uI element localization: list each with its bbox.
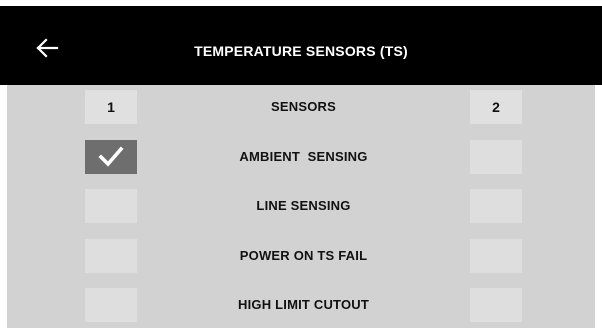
setting-row-power-on-ts-fail: POWER ON TS FAIL — [7, 239, 595, 273]
setting-row-high-limit-cutout: HIGH LIMIT CUTOUT — [7, 288, 595, 322]
setting-row-ambient-sensing: AMBIENT SENSING — [7, 140, 595, 174]
high-limit-cutout-sensor-2-checkbox[interactable] — [470, 288, 522, 322]
sensor-settings-panel: 1 SENSORS 2 AMBIENT SENSING LINE SENSING… — [7, 85, 595, 328]
temperature-sensors-screen: TEMPERATURE SENSORS (TS) 1 SENSORS 2 AMB… — [0, 0, 602, 328]
ambient-sensing-sensor-1-checkbox[interactable] — [85, 140, 137, 174]
sensor-2-column-header: 2 — [470, 90, 522, 124]
sensors-column-header: SENSORS — [271, 99, 336, 114]
power-on-ts-fail-sensor-2-checkbox[interactable] — [470, 239, 522, 273]
setting-row-line-sensing: LINE SENSING — [7, 189, 595, 223]
setting-label: HIGH LIMIT CUTOUT — [238, 297, 369, 312]
power-on-ts-fail-sensor-1-checkbox[interactable] — [85, 239, 137, 273]
line-sensing-sensor-2-checkbox[interactable] — [470, 189, 522, 223]
ambient-sensing-sensor-2-checkbox[interactable] — [470, 140, 522, 174]
high-limit-cutout-sensor-1-checkbox[interactable] — [85, 288, 137, 322]
column-header-row: 1 SENSORS 2 — [7, 90, 595, 124]
header-bar: TEMPERATURE SENSORS (TS) — [0, 6, 602, 85]
checkmark-icon — [98, 146, 124, 167]
setting-label: POWER ON TS FAIL — [239, 248, 368, 263]
line-sensing-sensor-1-checkbox[interactable] — [85, 189, 137, 223]
sensor-1-column-header: 1 — [85, 90, 137, 124]
setting-label: LINE SENSING — [256, 198, 351, 213]
setting-label: AMBIENT SENSING — [239, 149, 368, 164]
page-title: TEMPERATURE SENSORS (TS) — [194, 43, 408, 59]
